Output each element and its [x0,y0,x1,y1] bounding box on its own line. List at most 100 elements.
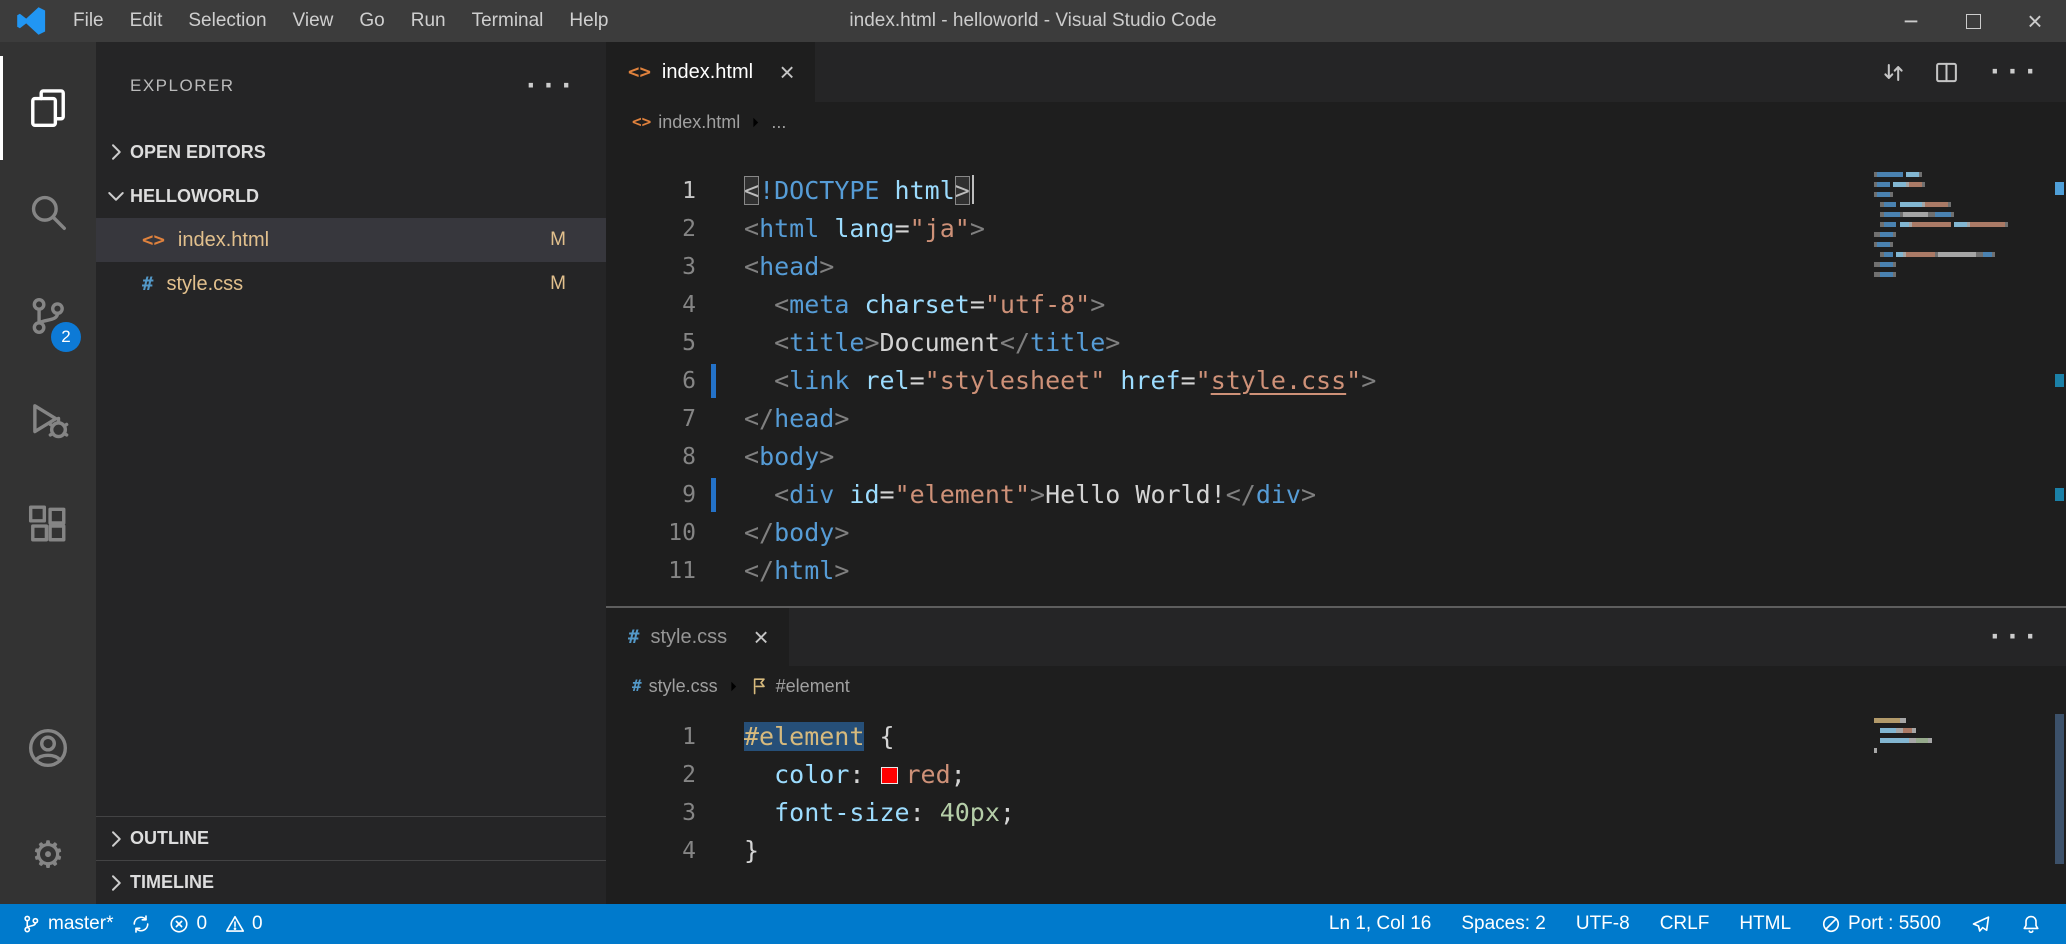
token [1105,366,1120,395]
more-actions-icon[interactable]: ··· [1987,624,2040,650]
close-tab-icon[interactable]: × [773,57,801,88]
color-swatch[interactable] [881,767,898,784]
close-icon[interactable]: × [2004,0,2066,42]
minimap[interactable] [1874,172,2034,282]
code-line[interactable]: 4 <meta charset="utf-8"> [606,286,2066,324]
line-number: 4 [606,832,696,870]
breadcrumb-item[interactable]: index.html [658,112,740,133]
menu-item-run[interactable]: Run [398,0,459,42]
breadcrumb[interactable]: #style.css#element [606,666,2066,706]
menu-item-terminal[interactable]: Terminal [459,0,557,42]
token [744,798,774,827]
token: { [864,722,894,751]
token: </ [1226,480,1256,509]
line-number: 10 [606,514,696,552]
activity-explorer[interactable] [0,56,96,160]
minimap-line [1874,212,2034,217]
token [744,290,774,319]
code-text: <meta charset="utf-8"> [744,286,2066,324]
token: html [895,176,955,205]
debug-icon [27,399,69,441]
code-line[interactable]: 10</body> [606,514,2066,552]
line-number: 8 [606,438,696,476]
menu-item-edit[interactable]: Edit [117,0,176,42]
code-line[interactable]: 3 font-size: 40px; [606,794,2066,832]
activity-bar: 2 ⚙ [0,42,96,904]
gear-icon: ⚙ [34,829,62,875]
menu-item-selection[interactable]: Selection [175,0,279,42]
menu-item-view[interactable]: View [280,0,347,42]
status-indentation[interactable]: Spaces: 2 [1452,904,1555,944]
sidebar-section-open-editors[interactable]: OPEN EDITORS [96,130,606,174]
activity-extensions[interactable] [0,472,96,576]
code-line[interactable]: 4} [606,832,2066,870]
token: lang [834,214,894,243]
more-actions-icon[interactable]: ··· [523,73,576,99]
status-notifications[interactable] [2012,904,2050,944]
code-line[interactable]: 11</html> [606,552,2066,590]
activity-accounts[interactable] [0,696,96,800]
code-line[interactable]: 2 color: red; [606,756,2066,794]
minimap-line [1874,272,2034,277]
open-changes-icon[interactable] [1881,60,1906,85]
token: Document [880,328,1000,357]
activity-search[interactable] [0,160,96,264]
code-line[interactable]: 2<html lang="ja"> [606,210,2066,248]
breadcrumb-item[interactable]: ... [771,112,786,133]
code-editor-css[interactable]: 1#element {2 color: red;3 font-size: 40p… [606,706,2066,904]
editor-actions: ··· [1881,42,2066,102]
activity-settings[interactable]: ⚙ [0,800,96,904]
status-git-branch[interactable]: master* [12,904,122,944]
status-warnings[interactable]: 0 [216,904,272,944]
breadcrumb-item[interactable]: #element [776,676,850,697]
code-line[interactable]: 6 <link rel="stylesheet" href="style.css… [606,362,2066,400]
code-line[interactable]: 9 <div id="element">Hello World!</div> [606,476,2066,514]
activity-run-debug[interactable] [0,368,96,472]
tab-index-html[interactable]: <> index.html × [606,42,815,102]
menu-item-file[interactable]: File [60,0,117,42]
code-line[interactable]: 8<body> [606,438,2066,476]
token: title [789,328,864,357]
code-text: <head> [744,248,2066,286]
code-editor-html[interactable]: 1<!DOCTYPE html>2<html lang="ja">3<head>… [606,142,2066,606]
sidebar-section-timeline[interactable]: TIMELINE [96,860,606,904]
code-line[interactable]: 1<!DOCTYPE html> [606,172,2066,210]
status-eol[interactable]: CRLF [1651,904,1719,944]
menu-item-go[interactable]: Go [346,0,397,42]
breadcrumb[interactable]: <>index.html... [606,102,2066,142]
close-tab-icon[interactable]: × [747,622,775,653]
code-line[interactable]: 1#element { [606,718,2066,756]
minimize-icon[interactable]: − [1880,0,1942,42]
status-label: Spaces: 2 [1461,913,1546,935]
chevron-down-icon [104,184,128,208]
split-editor-icon[interactable] [1934,60,1959,85]
status-language-mode[interactable]: HTML [1730,904,1800,944]
status-cursor-position[interactable]: Ln 1, Col 16 [1320,904,1440,944]
activity-source-control[interactable]: 2 [0,264,96,368]
status-sync[interactable] [122,904,160,944]
menu-item-help[interactable]: Help [556,0,621,42]
sidebar-section-outline[interactable]: OUTLINE [96,816,606,860]
explorer-file-index-html[interactable]: <>index.htmlM [96,218,606,262]
editor-area: <> index.html × ··· <>index.html... 1<!D… [606,42,2066,904]
tab-style-css[interactable]: # style.css × [606,608,789,666]
code-text: <div id="element">Hello World!</div> [744,476,2066,514]
git-modified-badge: M [550,273,566,295]
sidebar-section-folder[interactable]: HELLOWORLD [96,174,606,218]
more-actions-icon[interactable]: ··· [1987,59,2040,85]
editor-group-bottom: # style.css × ··· #style.css#element 1#e… [606,606,2066,904]
breadcrumb-item[interactable]: style.css [649,676,718,697]
tab-bar: # style.css × ··· [606,608,2066,666]
status-encoding[interactable]: UTF-8 [1567,904,1639,944]
status-live-server-port[interactable]: Port : 5500 [1812,904,1950,944]
code-line[interactable]: 5 <title>Document</title> [606,324,2066,362]
maximize-icon[interactable] [1942,0,2004,42]
explorer-file-style-css[interactable]: #style.cssM [96,262,606,306]
account-icon [27,727,69,769]
status-feedback[interactable] [1962,904,2000,944]
code-line[interactable]: 7</head> [606,400,2066,438]
minimap[interactable] [1874,718,2034,758]
code-line[interactable]: 3<head> [606,248,2066,286]
status-errors[interactable]: 0 [160,904,216,944]
minimap-slider[interactable] [2055,714,2064,864]
